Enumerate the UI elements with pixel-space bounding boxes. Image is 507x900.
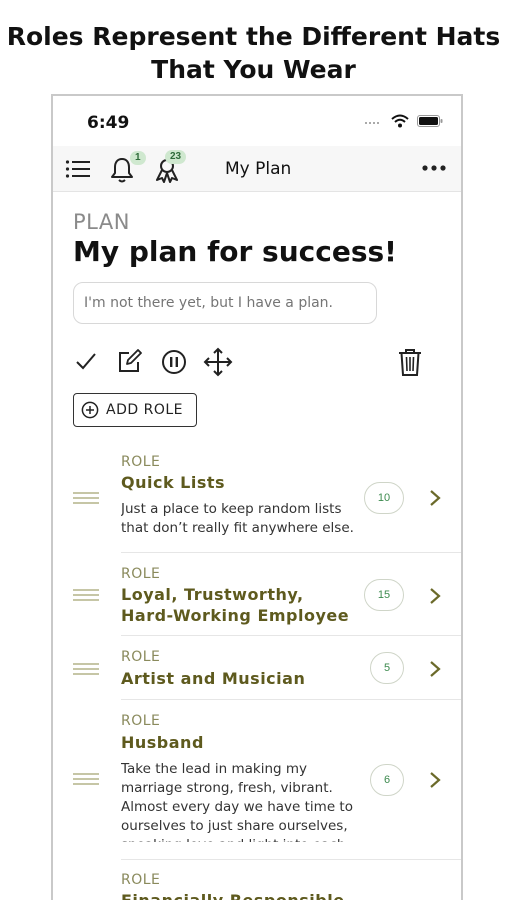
achievements-badge: 23: [165, 150, 187, 164]
more-options-icon[interactable]: [421, 157, 447, 179]
menu-icon[interactable]: [65, 159, 91, 179]
wifi-icon: [391, 114, 409, 128]
role-name: Artist and Musician: [121, 669, 306, 688]
chevron-right-icon[interactable]: [429, 771, 441, 789]
nav-title: My Plan: [225, 159, 292, 179]
drag-handle-icon[interactable]: [73, 492, 99, 504]
add-role-label: ADD ROLE: [106, 402, 183, 418]
role-kicker: ROLE: [121, 649, 161, 665]
goal-count-badge: 15: [364, 579, 404, 611]
role-row-husband[interactable]: ROLE Husband Take the lead in making my …: [53, 700, 461, 860]
goal-count-badge: 6: [370, 764, 404, 796]
role-row-financial[interactable]: ROLE Financially Responsible: [53, 860, 461, 900]
role-name: Loyal, Trustworthy, Hard-Working Employe…: [121, 585, 350, 625]
promo-caption: Roles Represent the Different Hats That …: [0, 20, 507, 86]
move-icon[interactable]: [203, 347, 233, 377]
drag-handle-icon[interactable]: [73, 773, 99, 785]
trash-icon[interactable]: [398, 348, 422, 376]
status-bar: 6:49: [53, 96, 461, 146]
notifications-badge: 1: [130, 151, 146, 165]
role-kicker: ROLE: [121, 454, 161, 470]
edit-icon[interactable]: [116, 349, 142, 375]
plus-circle-icon: [81, 401, 99, 419]
nav-bar: 1 23 My Plan: [53, 146, 461, 192]
battery-icon: [417, 115, 443, 127]
plan-label: PLAN: [73, 210, 130, 234]
drag-handle-icon[interactable]: [73, 589, 99, 601]
goal-count-badge: 10: [364, 482, 404, 514]
chevron-right-icon[interactable]: [429, 587, 441, 605]
drag-handle-icon[interactable]: [73, 663, 99, 675]
chevron-right-icon[interactable]: [429, 660, 441, 678]
role-description: Just a place to keep random lists that d…: [121, 501, 354, 536]
role-name: Financially Responsible: [121, 890, 355, 900]
goal-count-badge: 5: [370, 652, 404, 684]
add-role-button[interactable]: ADD ROLE: [73, 393, 197, 427]
role-row-artist[interactable]: ROLE Artist and Musician 5: [53, 636, 461, 700]
caption-line-2: That You Wear: [151, 55, 356, 84]
plan-note-input[interactable]: [73, 282, 377, 324]
role-kicker: ROLE: [121, 872, 161, 888]
role-name: Quick Lists: [121, 473, 226, 492]
status-indicators: [365, 114, 443, 128]
cellular-signal-icon: [365, 118, 383, 124]
checkmark-icon[interactable]: [74, 349, 98, 373]
chevron-right-icon[interactable]: [429, 489, 441, 507]
plan-title[interactable]: My plan for success!: [73, 235, 397, 268]
role-description: Take the lead in making my marriage stro…: [121, 761, 353, 842]
role-kicker: ROLE: [121, 566, 161, 582]
role-kicker: ROLE: [121, 713, 161, 729]
role-row-quick-lists[interactable]: ROLE Quick Lists Just a place to keep ra…: [53, 441, 461, 553]
pause-icon[interactable]: [161, 349, 187, 375]
caption-line-1: Roles Represent the Different Hats: [6, 22, 501, 51]
role-row-employee[interactable]: ROLE Loyal, Trustworthy, Hard-Working Em…: [53, 553, 461, 636]
phone-screen: 6:49 1 23 My Plan PLAN My plan for succe…: [51, 94, 463, 900]
status-time: 6:49: [87, 113, 130, 133]
role-name: Husband: [121, 733, 204, 752]
